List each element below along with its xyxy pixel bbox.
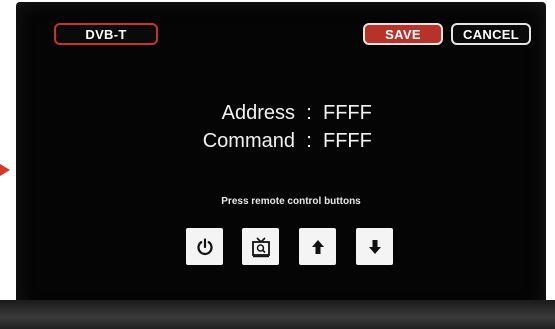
device-frame: DVB-T SAVE CANCEL Address: FFFF Command: F… <box>0 0 555 329</box>
command-value: FFFF <box>323 130 372 152</box>
tv-guide-key-button[interactable] <box>242 228 279 265</box>
address-separator: : <box>306 102 312 124</box>
arrow-down-icon <box>368 239 381 254</box>
pointer-arrow-icon <box>0 164 10 176</box>
arrow-up-icon <box>311 239 324 254</box>
up-key-button[interactable] <box>299 228 336 265</box>
address-row: Address: FFFF <box>200 102 372 125</box>
power-key-button[interactable] <box>186 228 223 265</box>
bezel-bottom <box>0 300 555 329</box>
address-value: FFFF <box>323 102 372 124</box>
instruction-text: Press remote control buttons <box>221 196 361 207</box>
address-label: Address <box>221 102 295 124</box>
cancel-button[interactable]: CANCEL <box>451 23 531 45</box>
mode-button[interactable]: DVB-T <box>54 23 158 45</box>
down-key-button[interactable] <box>356 228 393 265</box>
command-row: Command: FFFF <box>200 130 372 153</box>
command-label: Command <box>202 130 295 152</box>
display-screen <box>16 2 546 312</box>
save-button[interactable]: SAVE <box>363 23 443 45</box>
tv-guide-icon <box>251 236 270 257</box>
command-separator: : <box>306 130 312 152</box>
power-icon <box>196 237 213 255</box>
